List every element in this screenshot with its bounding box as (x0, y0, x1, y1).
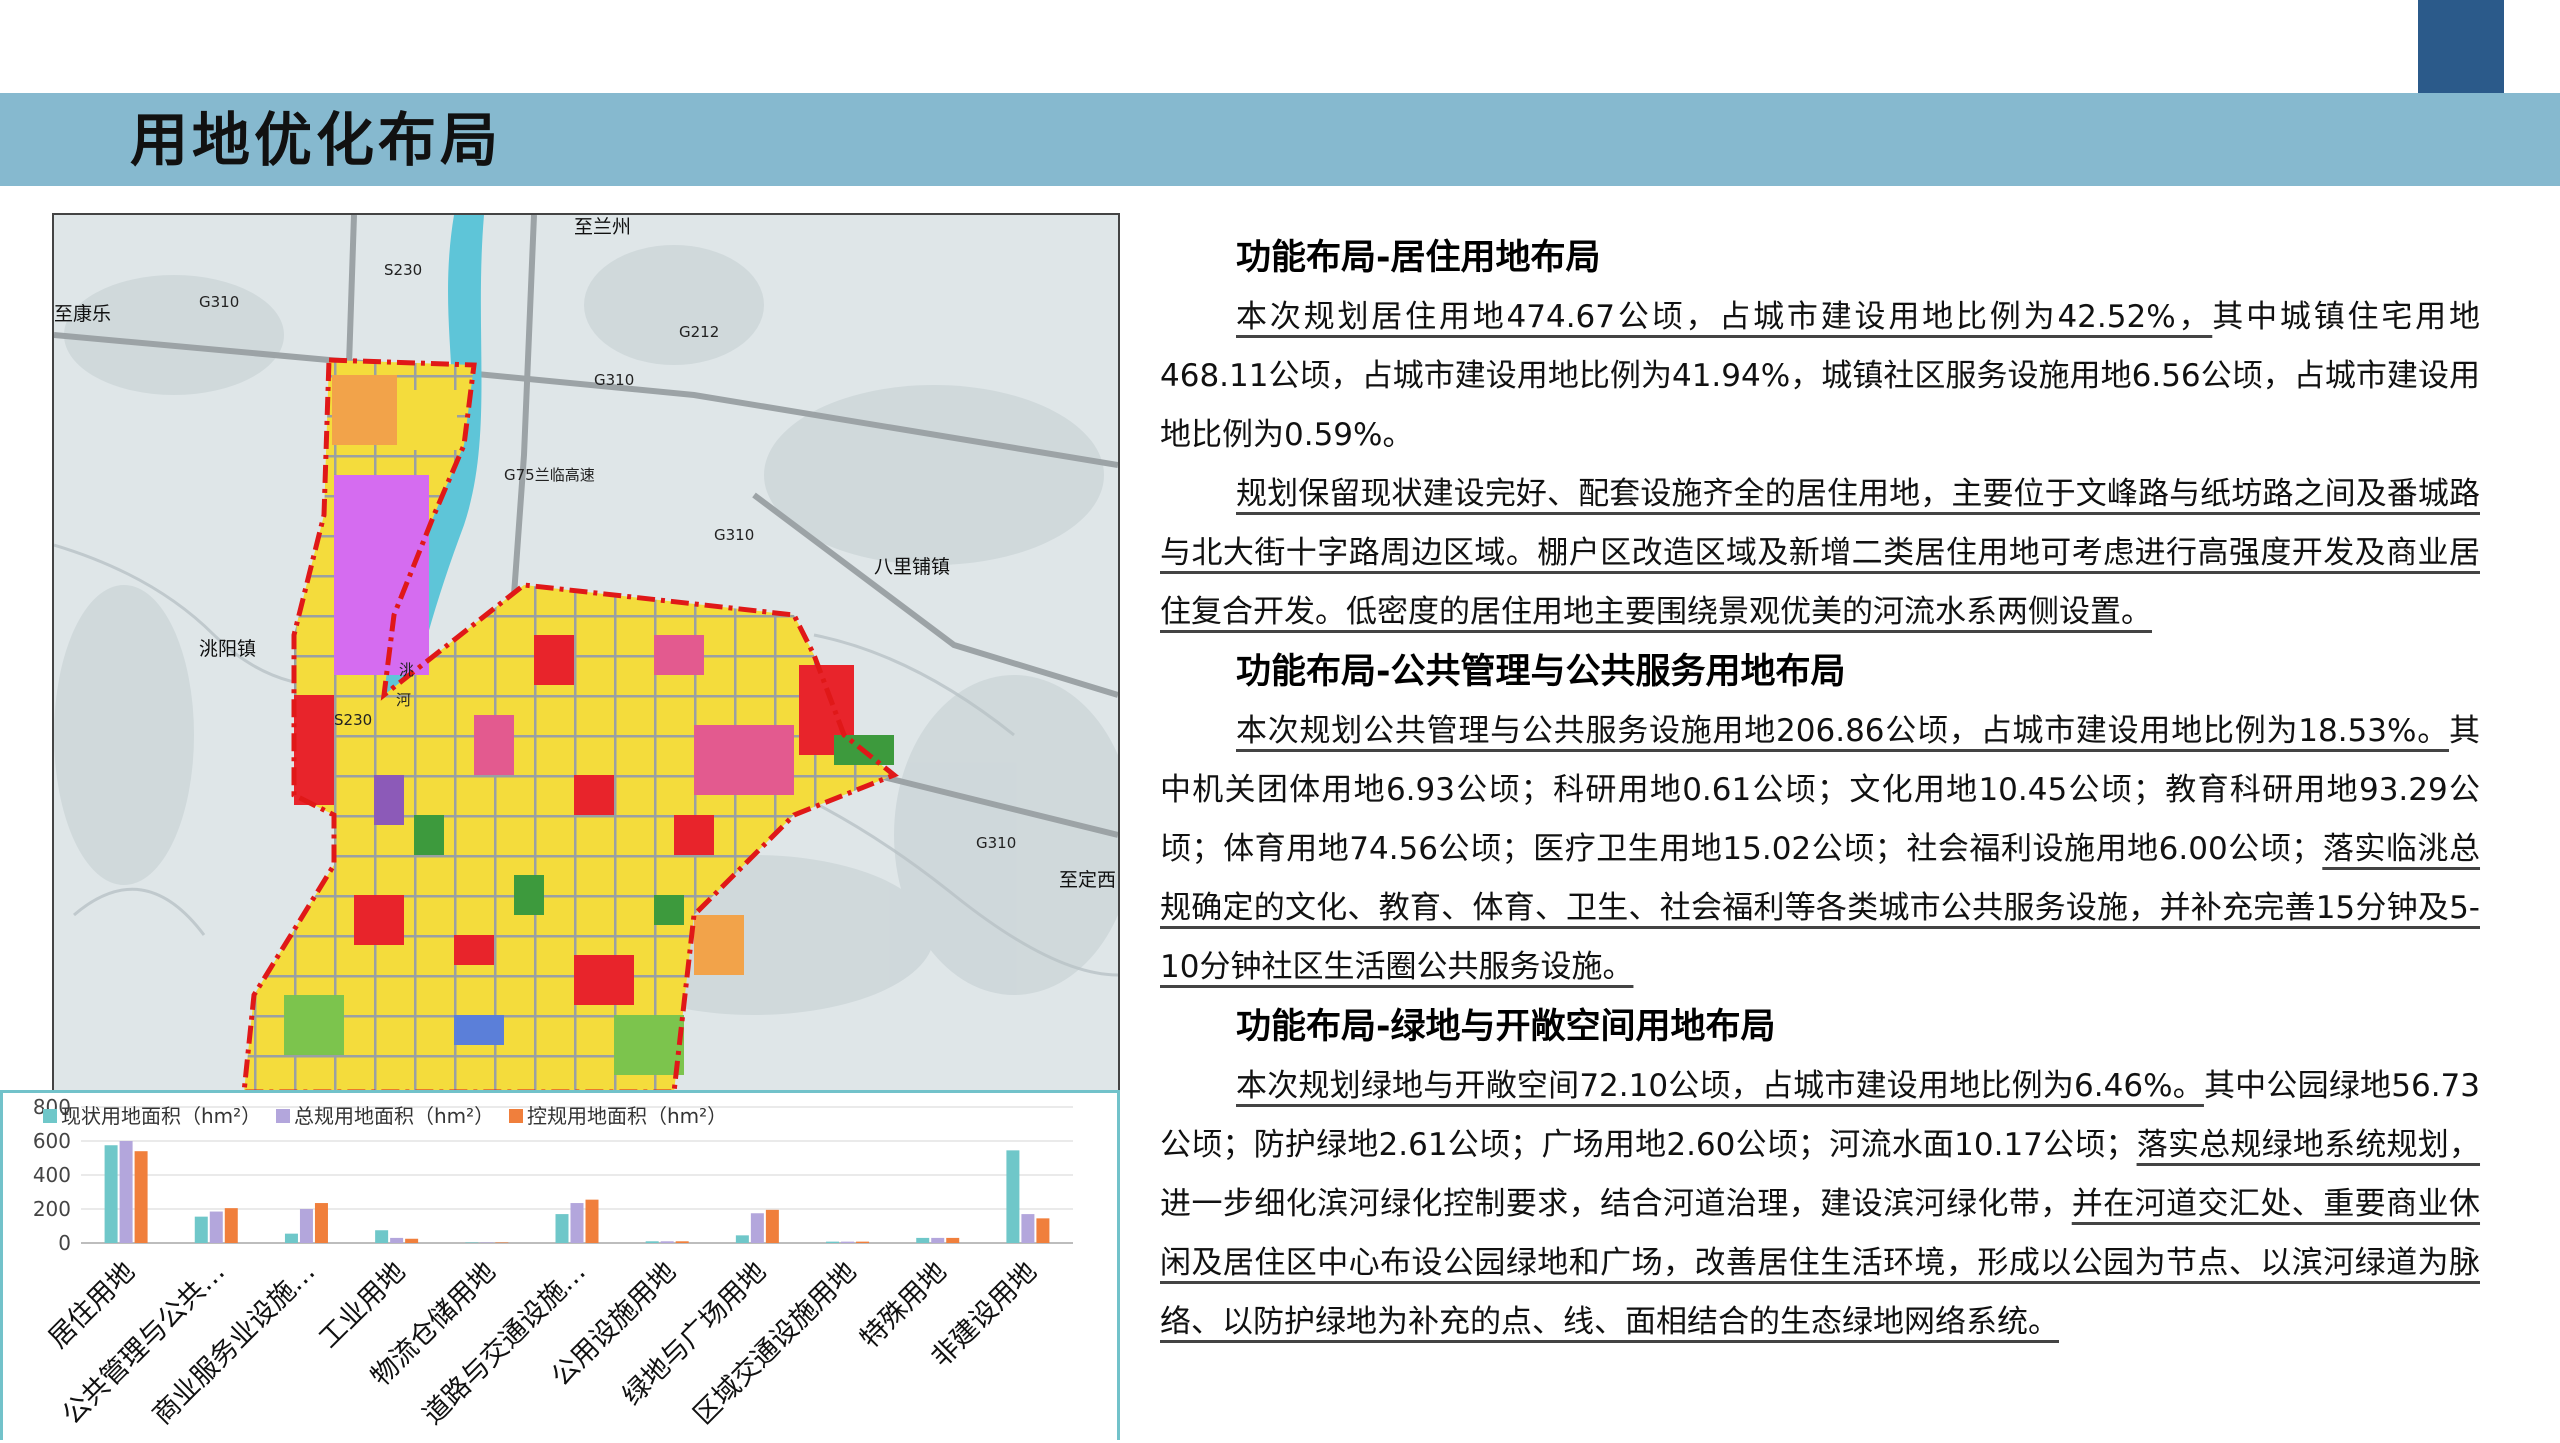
section-residential: 功能布局-居住用地布局 本次规划居住用地474.67公顷，占城市建设用地比例为4… (1160, 228, 2480, 642)
section-title-residential: 功能布局-居住用地布局 (1236, 238, 1601, 278)
y-tick-label: 0 (58, 1231, 71, 1255)
map-label-river-char2: 河 (396, 691, 411, 709)
bar (299, 1209, 313, 1243)
bar (1006, 1150, 1020, 1243)
residential-paragraph-2: 规划保留现状建设完好、配套设施齐全的居住用地，主要位于文峰路与纸坊路之间及番城路… (1160, 465, 2480, 642)
text-segment: 落实总规绿地系统规划， (2136, 1127, 2481, 1163)
bar (1036, 1218, 1050, 1243)
bar (119, 1141, 133, 1243)
bar (495, 1242, 509, 1243)
bar (314, 1203, 328, 1243)
bar (224, 1208, 238, 1243)
x-tick-label: 商业服务业设施… (147, 1256, 322, 1431)
text-segment: 进一步细化滨河绿化控制要求，结合河道治理，建设滨河绿化带， (1160, 1186, 2072, 1222)
bar (134, 1151, 148, 1243)
y-tick-label: 200 (33, 1197, 71, 1221)
bar (585, 1199, 599, 1243)
map-label-to-dingxi: 至定西 (1059, 869, 1116, 891)
map-label-g212: G212 (679, 323, 719, 341)
y-tick-label: 400 (33, 1163, 71, 1187)
bar (555, 1214, 569, 1243)
land-area-chart: 0 200 400 600 800 居住用地 公共管理与公共… 商业服务业设施… 工业用地 物流… (0, 1090, 1120, 1440)
section-green-space: 功能布局-绿地与开敞空间用地布局 本次规划绿地与开敞空间72.10公顷，占城市建… (1160, 997, 2480, 1352)
map-label-to-lanzhou: 至兰州 (574, 216, 631, 238)
bar (841, 1241, 855, 1243)
land-use-map: 至兰州 S230 G310 至康乐 G212 G310 G75兰临高速 G310… (52, 213, 1120, 1094)
green-space-paragraph-1: 本次规划绿地与开敞空间72.10公顷，占城市建设用地比例为6.46%。其中公园绿… (1160, 1057, 2480, 1352)
bar (645, 1241, 659, 1243)
bar (284, 1233, 298, 1243)
text-segment: 本次规划绿地与开敞空间72.10公顷，占城市建设用地比例为6.46%。 (1236, 1068, 2204, 1104)
map-label-g310-southeast: G310 (976, 834, 1016, 852)
legend-swatch (43, 1109, 57, 1123)
map-label-river-char1: 洮 (399, 661, 414, 679)
bar (375, 1230, 389, 1243)
bar (931, 1237, 945, 1243)
legend-label: 控规用地面积（hm²） (527, 1104, 727, 1128)
map-label-s230-north: S230 (384, 261, 422, 279)
legend-swatch (509, 1109, 523, 1123)
map-label-balipu-town: 八里铺镇 (874, 556, 950, 578)
section-title-public-service: 功能布局-公共管理与公共服务用地布局 (1236, 652, 1846, 692)
map-label-g310-east: G310 (714, 526, 754, 544)
x-tick-label: 公共管理与公共… (57, 1256, 232, 1431)
map-label-to-kangle: 至康乐 (54, 303, 111, 325)
residential-paragraph-1: 本次规划居住用地474.67公顷，占城市建设用地比例为42.52%，其中城镇住宅… (1160, 288, 2480, 465)
map-label-g75-expressway: G75兰临高速 (504, 466, 595, 484)
legend-swatch (276, 1109, 290, 1123)
section-title-green-space: 功能布局-绿地与开敞空间用地布局 (1236, 1007, 1776, 1047)
corner-accent-block (2418, 0, 2504, 93)
bar (750, 1213, 764, 1243)
bar (405, 1238, 419, 1243)
bar (390, 1237, 404, 1243)
bar (916, 1237, 930, 1243)
public-service-paragraph-1: 本次规划公共管理与公共服务设施用地206.86公顷，占城市建设用地比例为18.5… (1160, 702, 2480, 997)
text-segment: 本次规划居住用地474.67公顷，占城市建设用地比例为42.52%， (1236, 299, 2213, 335)
bar (946, 1237, 960, 1243)
bar (570, 1203, 584, 1243)
x-tick-label: 道路与交通设施… (417, 1256, 592, 1431)
text-segment: 规划保留现状建设完好、配套设施齐全的居住用地，主要位于文峰路与纸坊路之间及番城路… (1160, 476, 2480, 630)
x-tick-label: 区域交通设施用地 (688, 1256, 863, 1431)
bar (1021, 1214, 1035, 1243)
bar (826, 1241, 840, 1243)
text-segment: 本次规划公共管理与公共服务设施用地206.86公顷，占城市建设用地比例为18.5… (1236, 713, 2449, 749)
bar (465, 1242, 479, 1243)
section-public-service: 功能布局-公共管理与公共服务用地布局 本次规划公共管理与公共服务设施用地206.… (1160, 642, 2480, 997)
map-label-g310-center: G310 (594, 371, 634, 389)
bar (194, 1216, 208, 1243)
map-label-taoyang-town: 洮阳镇 (199, 638, 256, 660)
map-label-g310-west: G310 (199, 293, 239, 311)
bar (480, 1242, 494, 1243)
bar (675, 1241, 689, 1243)
bar (765, 1209, 779, 1243)
bar (735, 1235, 749, 1243)
bar (856, 1241, 870, 1243)
legend-label: 现状用地面积（hm²） (61, 1104, 261, 1128)
map-label-s230-south: S230 (334, 711, 372, 729)
text-column: 功能布局-居住用地布局 本次规划居住用地474.67公顷，占城市建设用地比例为4… (1160, 228, 2480, 1352)
page-title: 用地优化布局 (130, 106, 503, 174)
bar (104, 1145, 118, 1243)
legend-label: 总规用地面积（hm²） (294, 1104, 494, 1128)
y-tick-label: 600 (33, 1129, 71, 1153)
bar (209, 1211, 223, 1243)
bar (660, 1241, 674, 1243)
land-area-chart-svg: 0200400600800 居住用地公共管理与公共…商业服务业设施…工业用地物流… (33, 1095, 1073, 1431)
